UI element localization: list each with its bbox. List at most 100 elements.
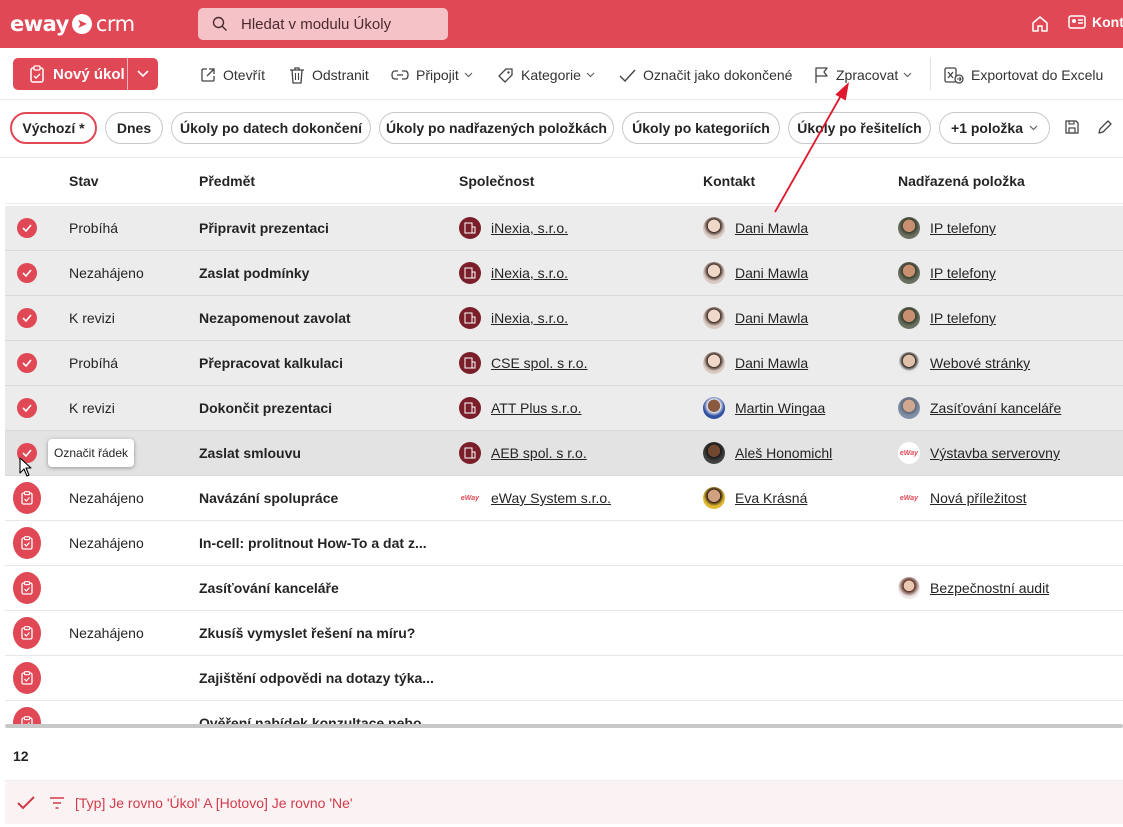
parent-link[interactable]: IP telefony <box>930 265 996 281</box>
export-excel-button[interactable]: Exportovat do Excelu <box>944 65 1103 85</box>
parent-link[interactable]: IP telefony <box>930 220 996 236</box>
avatar <box>703 262 725 284</box>
table-row[interactable]: Zasíťování kanceláře Bezpečnostní audit <box>5 566 1123 611</box>
contact-link[interactable]: Martin Wingaa <box>735 400 825 416</box>
parent-link[interactable]: Webové stránky <box>930 355 1030 371</box>
table-row[interactable]: o Zaslat smlouvu AEB spol. s r.o. Aleš H… <box>5 431 1123 476</box>
row-type-icon[interactable] <box>13 521 41 565</box>
view-by-due-date[interactable]: Úkoly po datech dokončení <box>171 112 371 144</box>
eway-logo-icon: eWay <box>898 442 920 464</box>
view-default[interactable]: Výchozí * <box>10 112 97 144</box>
table-row[interactable]: K revizi Dokončit prezentaci ATT Plus s.… <box>5 386 1123 431</box>
save-icon[interactable] <box>1064 119 1080 135</box>
view-today[interactable]: Dnes <box>105 112 163 144</box>
filter-text[interactable]: [Typ] Je rovno 'Úkol' A [Hotovo] Je rovn… <box>75 795 353 811</box>
edit-pencil-icon[interactable] <box>1096 119 1113 136</box>
table-row[interactable]: Ověření nabídek konzultace nebo ... <box>5 701 1123 726</box>
table-row[interactable]: Probíhá Připravit prezentaci iNexia, s.r… <box>5 206 1123 251</box>
cell-predmet[interactable]: Přepracovat kalkulaci <box>199 341 343 385</box>
column-header-kontakt[interactable]: Kontakt <box>703 159 755 203</box>
cell-predmet[interactable]: Nezapomenout zavolat <box>199 296 351 340</box>
table-row[interactable]: Nezahájeno Navázání spolupráce eWay eWay … <box>5 476 1123 521</box>
search-input[interactable]: Hledat v modulu Úkoly <box>198 8 448 40</box>
cell-predmet[interactable]: Připravit prezentaci <box>199 206 329 250</box>
command-bar: Nový úkol Otevřít Odstranit Připojit Kat… <box>0 48 1123 100</box>
row-type-icon[interactable] <box>13 566 41 610</box>
cell-predmet[interactable]: Zaslat smlouvu <box>199 431 301 475</box>
row-checkbox[interactable] <box>17 341 41 385</box>
row-checkbox[interactable] <box>17 251 41 295</box>
attach-button[interactable]: Připojit <box>391 65 473 85</box>
parent-link[interactable]: IP telefony <box>930 310 996 326</box>
category-button[interactable]: Kategorie <box>497 65 595 85</box>
table-row[interactable]: Nezahájeno In-cell: prolitnout How-To a … <box>5 521 1123 566</box>
contact-link[interactable]: Aleš Honomichl <box>735 445 832 461</box>
view-by-parent[interactable]: Úkoly po nadřazených položkách <box>379 112 614 144</box>
parent-link[interactable]: Výstavba serverovny <box>930 445 1060 461</box>
parent-link[interactable]: Bezpečnostní audit <box>930 580 1049 596</box>
company-link[interactable]: iNexia, s.r.o. <box>491 220 568 236</box>
contact-link[interactable]: Eva Krásná <box>735 490 807 506</box>
filter-icon[interactable] <box>49 796 65 809</box>
link-icon <box>391 70 409 80</box>
view-by-assignee[interactable]: Úkoly po řešitelích <box>788 112 931 144</box>
contact-link[interactable]: Dani Mawla <box>735 220 808 236</box>
company-link[interactable]: CSE spol. s r.o. <box>491 355 587 371</box>
home-icon[interactable] <box>1030 14 1050 34</box>
contact-link[interactable]: Dani Mawla <box>735 355 808 371</box>
column-header-predmet[interactable]: Předmět <box>199 159 255 203</box>
process-button[interactable]: Zpracovat <box>814 65 912 85</box>
column-header-stav[interactable]: Stav <box>69 159 99 203</box>
parent-link[interactable]: Zasíťování kanceláře <box>930 400 1061 416</box>
view-label: Úkoly po datech dokončení <box>179 120 363 136</box>
avatar <box>898 262 920 284</box>
row-checkbox[interactable] <box>17 386 41 430</box>
cell-predmet[interactable]: In-cell: prolitnout How-To a dat z... <box>199 521 427 565</box>
cell-predmet[interactable]: Zaslat podmínky <box>199 251 309 295</box>
row-type-icon[interactable] <box>13 476 41 520</box>
cell-predmet[interactable]: Navázání spolupráce <box>199 476 338 520</box>
parent-link[interactable]: Nová příležitost <box>930 490 1026 506</box>
horizontal-scrollbar[interactable] <box>5 724 1123 728</box>
new-task-dropdown-button[interactable] <box>128 70 158 78</box>
row-type-icon[interactable] <box>13 656 41 700</box>
row-checkbox[interactable] <box>17 206 41 250</box>
contact-link[interactable]: Dani Mawla <box>735 265 808 281</box>
attach-label: Připojit <box>416 67 459 83</box>
cell-predmet[interactable]: Zajištění odpovědi na dotazy týka... <box>199 656 434 700</box>
table-row[interactable]: Nezahájeno Zkusíš vymyslet řešení na mír… <box>5 611 1123 656</box>
contact-link[interactable]: Dani Mawla <box>735 310 808 326</box>
company-link[interactable]: iNexia, s.r.o. <box>491 265 568 281</box>
mark-done-button[interactable]: Označit jako dokončené <box>619 65 792 85</box>
view-by-category[interactable]: Úkoly po kategoriích <box>622 112 780 144</box>
table-row[interactable]: Nezahájeno Zaslat podmínky iNexia, s.r.o… <box>5 251 1123 296</box>
table-row[interactable]: Zajištění odpovědi na dotazy týka... <box>5 656 1123 701</box>
cell-predmet[interactable]: Zasíťování kanceláře <box>199 566 339 610</box>
user-menu[interactable]: Konta <box>1068 14 1123 30</box>
column-header-nadrazena[interactable]: Nadřazená položka <box>898 159 1025 203</box>
eway-logo[interactable]: eway ➤ crm <box>10 10 135 38</box>
tag-icon <box>498 67 513 83</box>
view-more[interactable]: +1 položka <box>939 112 1050 144</box>
table-row[interactable]: Probíhá Přepracovat kalkulaci CSE spol. … <box>5 341 1123 386</box>
row-checkbox[interactable] <box>17 296 41 340</box>
cell-predmet[interactable]: Dokončit prezentaci <box>199 386 332 430</box>
new-task-button[interactable]: Nový úkol <box>13 58 128 90</box>
cell-stav: Nezahájeno <box>69 490 144 506</box>
row-type-icon[interactable] <box>13 611 41 655</box>
table-row[interactable]: K revizi Nezapomenout zavolat iNexia, s.… <box>5 296 1123 341</box>
filter-toggle-checkmark-icon[interactable] <box>17 795 35 810</box>
cell-predmet[interactable]: Zkusíš vymyslet řešení na míru? <box>199 611 415 655</box>
export-excel-label: Exportovat do Excelu <box>971 67 1104 83</box>
cell-predmet[interactable]: Ověření nabídek konzultace nebo ... <box>199 701 437 726</box>
company-link[interactable]: iNexia, s.r.o. <box>491 310 568 326</box>
column-header-spolecnost[interactable]: Společnost <box>459 159 534 203</box>
delete-button[interactable]: Odstranit <box>289 65 369 85</box>
company-link[interactable]: AEB spol. s r.o. <box>491 445 587 461</box>
company-link[interactable]: eWay System s.r.o. <box>491 490 611 506</box>
row-type-icon[interactable] <box>13 701 41 726</box>
view-label: Dnes <box>116 120 152 136</box>
company-icon <box>459 442 481 464</box>
company-link[interactable]: ATT Plus s.r.o. <box>491 400 582 416</box>
open-button[interactable]: Otevřít <box>200 65 265 85</box>
